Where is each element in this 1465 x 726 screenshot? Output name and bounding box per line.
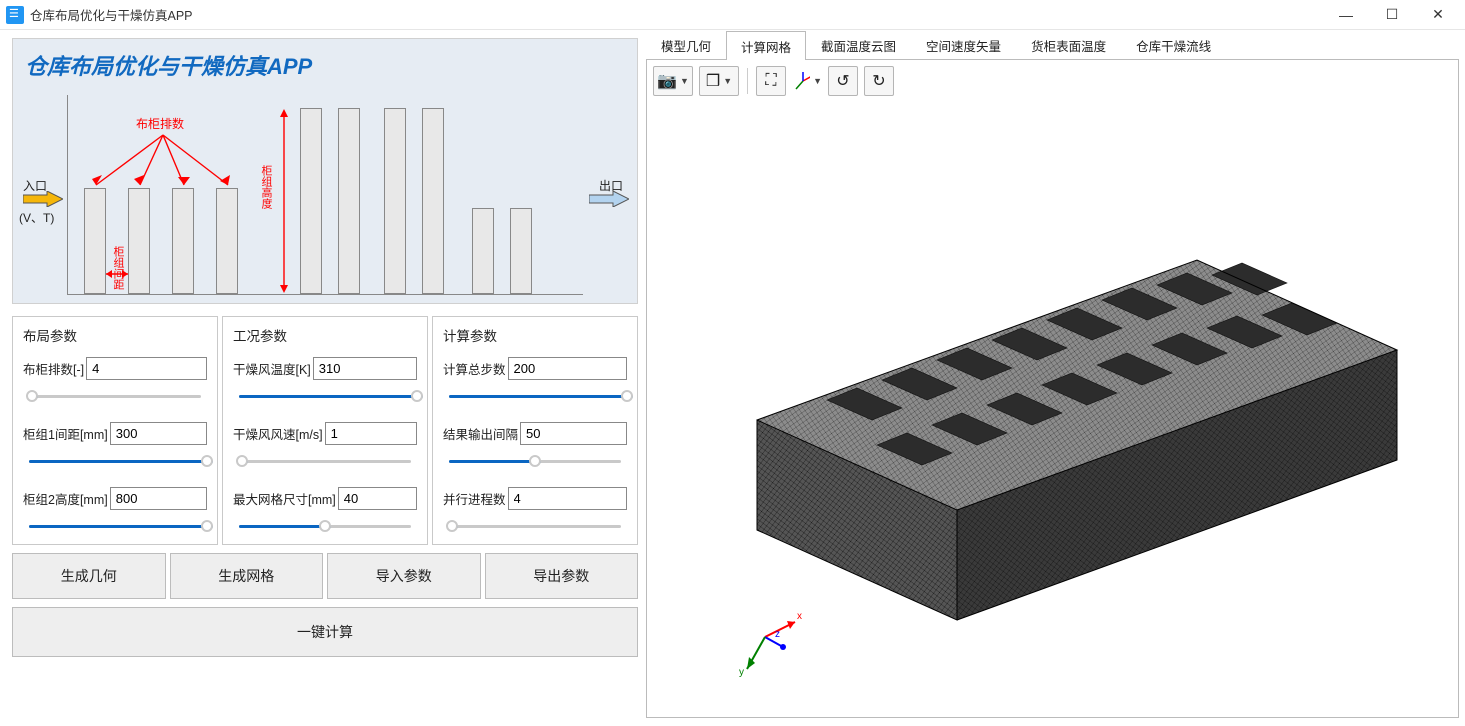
rotate-cw-icon: ↻	[872, 71, 885, 91]
maximize-button[interactable]: ☐	[1369, 0, 1415, 30]
rack-spacing-label: 柜组间距	[112, 246, 124, 290]
export-params-button[interactable]: 导出参数	[485, 553, 639, 599]
param-label: 柜组2高度[mm]	[23, 489, 108, 508]
window-titlebar: 仓库布局优化与干燥仿真APP — ☐ ✕	[0, 0, 1465, 30]
gen-mesh-button[interactable]: 生成网格	[170, 553, 324, 599]
chevron-down-icon: ▼	[723, 76, 732, 86]
view-cube-button[interactable]: ❒▼	[699, 66, 739, 96]
rotate-cw-button[interactable]: ↻	[864, 66, 894, 96]
group-title: 布局参数	[23, 325, 207, 345]
rack-height-slider[interactable]	[23, 518, 207, 534]
tab-surface-temp[interactable]: 货柜表面温度	[1016, 30, 1121, 59]
viewport[interactable]: 📷▼ ❒▼ ⛶ ▼ ↺ ↻	[646, 60, 1459, 718]
param-label: 布柜排数[-]	[23, 359, 84, 378]
inlet-vt-label: (V、T)	[19, 209, 54, 226]
max-mesh-input[interactable]	[338, 487, 417, 510]
calculate-button[interactable]: 一键计算	[12, 607, 638, 657]
tab-bar: 模型几何 计算网格 截面温度云图 空间速度矢量 货柜表面温度 仓库干燥流线	[646, 34, 1459, 60]
toolbar-separator	[747, 68, 748, 94]
left-panel: 仓库布局优化与干燥仿真APP 入口 (V、T) 出口	[0, 30, 642, 726]
rack-height-arrow	[274, 107, 294, 295]
param-row: 布局参数 布柜排数[-] 柜组1间距[mm]	[8, 316, 642, 545]
param-label: 结果输出间隔	[443, 424, 518, 443]
expand-icon: ⛶	[765, 72, 776, 90]
air-speed-slider[interactable]	[233, 453, 417, 469]
chevron-down-icon: ▼	[680, 76, 689, 86]
cube-icon: ❒	[706, 71, 720, 91]
param-label: 干燥风风速[m/s]	[233, 424, 323, 443]
group-title: 工况参数	[233, 325, 417, 345]
rotate-ccw-icon: ↺	[836, 71, 849, 91]
zoom-extents-button[interactable]: ⛶	[756, 66, 786, 96]
camera-icon: 📷	[657, 71, 677, 91]
window-title: 仓库布局优化与干燥仿真APP	[30, 5, 193, 24]
app-icon	[6, 6, 24, 24]
rack-height-input[interactable]	[110, 487, 207, 510]
rack-count-slider[interactable]	[23, 388, 207, 404]
axis-icon	[792, 70, 810, 92]
viewport-toolbar: 📷▼ ❒▼ ⛶ ▼ ↺ ↻	[653, 66, 894, 96]
param-label: 柜组1间距[mm]	[23, 424, 108, 443]
tab-velocity[interactable]: 空间速度矢量	[911, 30, 1016, 59]
import-params-button[interactable]: 导入参数	[327, 553, 481, 599]
rack-spacing-input[interactable]	[110, 422, 207, 445]
tab-streamlines[interactable]: 仓库干燥流线	[1121, 30, 1226, 59]
parallel-slider[interactable]	[443, 518, 627, 534]
param-label: 干燥风温度[K]	[233, 359, 311, 378]
air-temp-input[interactable]	[313, 357, 417, 380]
inlet-arrow-icon	[23, 191, 63, 207]
right-panel: 模型几何 计算网格 截面温度云图 空间速度矢量 货柜表面温度 仓库干燥流线 📷▼…	[642, 30, 1465, 726]
max-mesh-slider[interactable]	[233, 518, 417, 534]
close-button[interactable]: ✕	[1415, 0, 1461, 30]
rack-count-input[interactable]	[86, 357, 207, 380]
axis-y-label: y	[739, 667, 744, 677]
tab-temp-contour[interactable]: 截面温度云图	[806, 30, 911, 59]
rotate-ccw-button[interactable]: ↺	[828, 66, 858, 96]
param-label: 最大网格尺寸[mm]	[233, 489, 336, 508]
air-speed-input[interactable]	[325, 422, 417, 445]
steps-input[interactable]	[508, 357, 627, 380]
param-label: 计算总步数	[443, 359, 506, 378]
axis-triad: x z y	[737, 597, 807, 677]
minimize-button[interactable]: —	[1323, 0, 1369, 30]
group-title: 计算参数	[443, 325, 627, 345]
window-controls: — ☐ ✕	[1323, 0, 1461, 30]
tab-geometry[interactable]: 模型几何	[646, 30, 726, 59]
output-interval-input[interactable]	[520, 422, 627, 445]
hero-panel: 仓库布局优化与干燥仿真APP 入口 (V、T) 出口	[12, 38, 638, 304]
param-group-layout: 布局参数 布柜排数[-] 柜组1间距[mm]	[12, 316, 218, 545]
steps-slider[interactable]	[443, 388, 627, 404]
rack-count-arrows	[68, 95, 268, 215]
button-row: 生成几何 生成网格 导入参数 导出参数	[8, 545, 642, 603]
chevron-down-icon: ▼	[813, 76, 822, 86]
output-interval-slider[interactable]	[443, 453, 627, 469]
hero-title: 仓库布局优化与干燥仿真APP	[25, 49, 625, 81]
gen-geometry-button[interactable]: 生成几何	[12, 553, 166, 599]
rack-height-label: 柜组高度	[260, 165, 272, 209]
param-group-condition: 工况参数 干燥风温度[K] 干燥风风速[m/s]	[222, 316, 428, 545]
param-label: 并行进程数	[443, 489, 506, 508]
axis-z-label: z	[775, 629, 780, 640]
air-temp-slider[interactable]	[233, 388, 417, 404]
parallel-input[interactable]	[508, 487, 627, 510]
axis-x-label: x	[797, 611, 802, 622]
snapshot-button[interactable]: 📷▼	[653, 66, 693, 96]
outlet-arrow-icon	[589, 191, 629, 207]
axis-orientation-button[interactable]: ▼	[792, 66, 822, 96]
rack-spacing-slider[interactable]	[23, 453, 207, 469]
tab-mesh[interactable]: 计算网格	[726, 31, 806, 60]
rack-count-label: 布柜排数	[136, 115, 184, 132]
param-group-compute: 计算参数 计算总步数 结果输出间隔	[432, 316, 638, 545]
